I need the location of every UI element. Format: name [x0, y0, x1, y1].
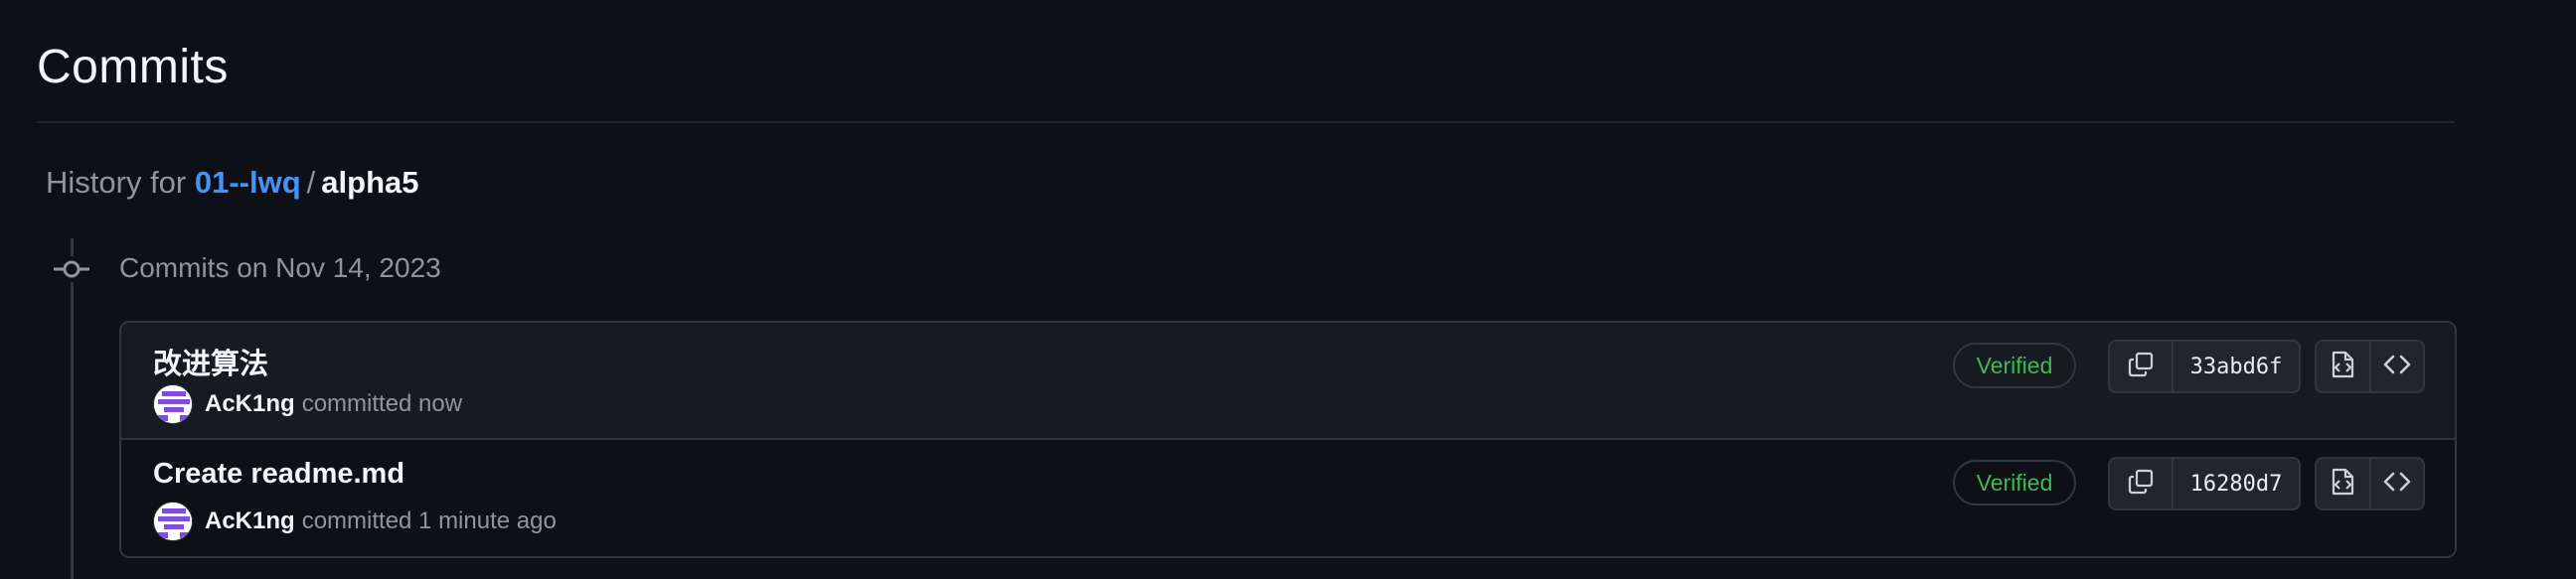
- copy-icon: [2127, 351, 2155, 383]
- commit-author-link[interactable]: AcK1ng: [205, 507, 295, 535]
- commit-author-link[interactable]: AcK1ng: [205, 390, 295, 418]
- commit-row: Create readme.md AcK1ng committed 1 minu…: [121, 440, 2455, 555]
- copy-icon: [2127, 468, 2155, 501]
- commit-message-link[interactable]: Create readme.md: [153, 458, 404, 491]
- avatar[interactable]: [153, 384, 193, 424]
- commit-sha-link[interactable]: 16280d7: [2174, 459, 2299, 508]
- commit-author-line: AcK1ng committed now: [153, 384, 462, 424]
- browse-repo-at-commit-button[interactable]: [2371, 342, 2424, 391]
- avatar[interactable]: [153, 502, 193, 541]
- commit-group-heading: Commits on Nov 14, 2023: [119, 252, 441, 283]
- code-icon: [2382, 350, 2412, 384]
- code-icon: [2382, 467, 2412, 502]
- commit-sha-link[interactable]: 33abd6f: [2174, 342, 2299, 391]
- commit-row: 改进算法 AcK1ng committed now Verified 33abd…: [121, 323, 2455, 440]
- file-code-icon: [2328, 350, 2357, 384]
- file-code-icon: [2328, 467, 2357, 502]
- page-title: Commits: [37, 41, 229, 93]
- browse-files-button[interactable]: [2317, 459, 2371, 508]
- verified-badge[interactable]: Verified: [1953, 460, 2076, 506]
- commit-sha-group: 16280d7: [2108, 457, 2301, 510]
- history-repo-name: alpha5: [321, 165, 419, 200]
- commit-time: committed now: [301, 390, 463, 417]
- commit-actions-group: [2315, 457, 2425, 510]
- commits-page: Commits History for 01--lwq / alpha5 Commi…: [0, 0, 2576, 579]
- browse-repo-at-commit-button[interactable]: [2371, 459, 2424, 508]
- commit-time: committed 1 minute ago: [301, 507, 557, 534]
- history-breadcrumb: History for 01--lwq / alpha5: [46, 165, 419, 201]
- history-prefix: History for: [46, 165, 187, 200]
- timeline-line: [71, 238, 74, 579]
- browse-files-button[interactable]: [2317, 342, 2371, 391]
- history-owner-link[interactable]: 01--lwq: [195, 165, 301, 200]
- commit-actions-group: [2315, 340, 2425, 393]
- title-divider: [37, 121, 2455, 123]
- git-commit-icon: [54, 256, 89, 282]
- verified-badge[interactable]: Verified: [1953, 343, 2076, 388]
- copy-sha-button[interactable]: [2110, 459, 2174, 508]
- commit-sha-group: 33abd6f: [2108, 340, 2301, 393]
- copy-sha-button[interactable]: [2110, 342, 2174, 391]
- commit-message-link[interactable]: 改进算法: [153, 341, 268, 382]
- commit-author-line: AcK1ng committed 1 minute ago: [153, 502, 557, 541]
- history-separator: /: [306, 165, 316, 200]
- commit-list: 改进算法 AcK1ng committed now Verified 33abd…: [119, 321, 2457, 558]
